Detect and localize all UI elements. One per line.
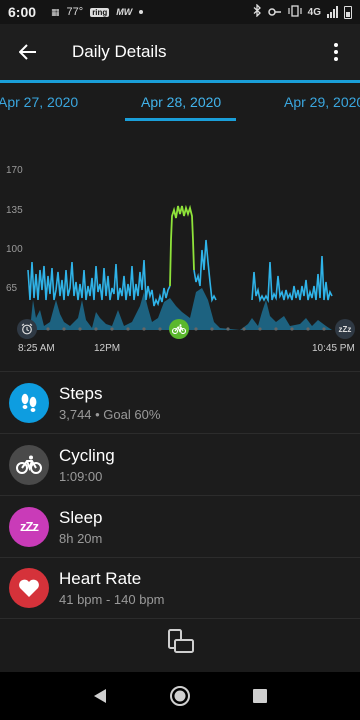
list-item-title: Steps [59, 383, 103, 403]
nav-recents-icon [253, 689, 267, 703]
list-item-subtitle: 41 bpm - 140 bpm [59, 592, 165, 607]
list-item-subtitle: 3,744 • Goal 60% [59, 406, 161, 422]
nav-back-button[interactable] [80, 676, 120, 716]
system-nav-bar [0, 672, 360, 720]
nav-home-icon [170, 686, 190, 706]
nav-recents-button[interactable] [240, 676, 280, 716]
bike-icon [9, 444, 49, 485]
sleep-marker[interactable]: zZz [335, 319, 355, 339]
zzz-icon: zZz [338, 324, 352, 334]
x-label-start: 8:25 AM [18, 343, 55, 354]
list-item-cycling[interactable]: Cycling 1:09:00 [0, 433, 360, 495]
footsteps-icon [9, 382, 49, 423]
chart-plot [27, 204, 333, 331]
bike-icon [172, 324, 186, 334]
cycling-marker[interactable] [169, 319, 189, 339]
heart-icon [9, 568, 49, 608]
alarm-clock-icon [21, 323, 33, 335]
list-item-title: Cycling [59, 445, 115, 465]
x-label-noon: 12PM [94, 343, 121, 354]
list-item-title: Heart Rate [59, 569, 142, 588]
list-item-title: Sleep [59, 507, 103, 527]
list-item-sleep[interactable]: zZz Sleep 8h 20m [0, 495, 360, 557]
list-item-steps[interactable]: Steps 3,744 • Goal 60% [0, 371, 360, 433]
list-item-heart-rate[interactable]: Heart Rate 41 bpm - 140 bpm [0, 557, 360, 619]
heart-rate-line [193, 239, 217, 303]
rotate-screen-icon [168, 629, 194, 653]
heart-rate-line [27, 259, 171, 307]
nav-back-icon [94, 689, 106, 703]
cycling-line [169, 204, 195, 287]
summary-list: Steps 3,744 • Goal 60% Cycling 1:09:00 z… [0, 371, 360, 619]
wake-marker[interactable] [17, 319, 37, 339]
list-item-subtitle: 1:09:00 [59, 468, 103, 484]
rotate-screen-button[interactable] [160, 624, 200, 660]
zzz-icon: zZz [9, 506, 49, 547]
x-label-end: 10:45 PM [312, 343, 355, 354]
heart-rate-line [251, 255, 333, 304]
list-item-subtitle: 8h 20m [59, 530, 103, 546]
nav-home-button[interactable] [160, 676, 200, 716]
